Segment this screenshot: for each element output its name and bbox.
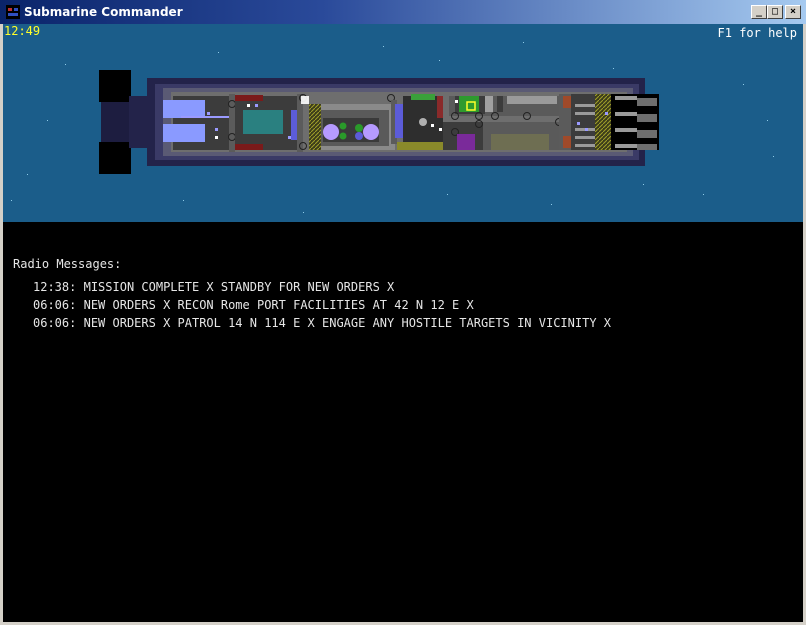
message-text: NEW ORDERS X RECON Rome PORT FACILITIES … (83, 298, 474, 312)
submarine[interactable] (3, 24, 803, 222)
minimize-button[interactable]: _ (751, 5, 767, 19)
engine-block-upper (163, 100, 205, 118)
maximize-button[interactable]: □ (767, 5, 783, 19)
app-icon (6, 5, 20, 19)
message-text: NEW ORDERS X PATROL 14 N 114 E X ENGAGE … (83, 316, 611, 330)
close-button[interactable]: × (785, 5, 801, 19)
sonar-station (323, 124, 339, 140)
ocean-view: 12:49 F1 for help (3, 24, 803, 222)
game-viewport[interactable]: 12:49 F1 for help Radio Messages: 12:38:… (3, 24, 803, 622)
engine-block-lower (163, 124, 205, 142)
tail-fin-top (99, 70, 131, 102)
radio-message: 06:06: NEW ORDERS X RECON Rome PORT FACI… (33, 298, 474, 312)
message-time: 06:06: (33, 316, 77, 330)
message-time: 12:38: (33, 280, 77, 294)
message-time: 06:06: (33, 298, 77, 312)
window-title: Submarine Commander (24, 5, 183, 19)
tail-fin-bottom (99, 142, 131, 174)
hatched-floor (309, 104, 321, 150)
title-bar[interactable]: Submarine Commander _ □ × (0, 0, 806, 24)
radar-station (363, 124, 379, 140)
message-text: MISSION COMPLETE X STANDBY FOR NEW ORDER… (83, 280, 395, 294)
radio-messages-title: Radio Messages: (13, 257, 122, 271)
radio-message: 06:06: NEW ORDERS X PATROL 14 N 114 E X … (33, 316, 611, 330)
game-window: Submarine Commander _ □ × 12:49 F1 for h… (0, 0, 806, 625)
generator (243, 110, 283, 134)
radio-message: 12:38: MISSION COMPLETE X STANDBY FOR NE… (33, 280, 394, 294)
